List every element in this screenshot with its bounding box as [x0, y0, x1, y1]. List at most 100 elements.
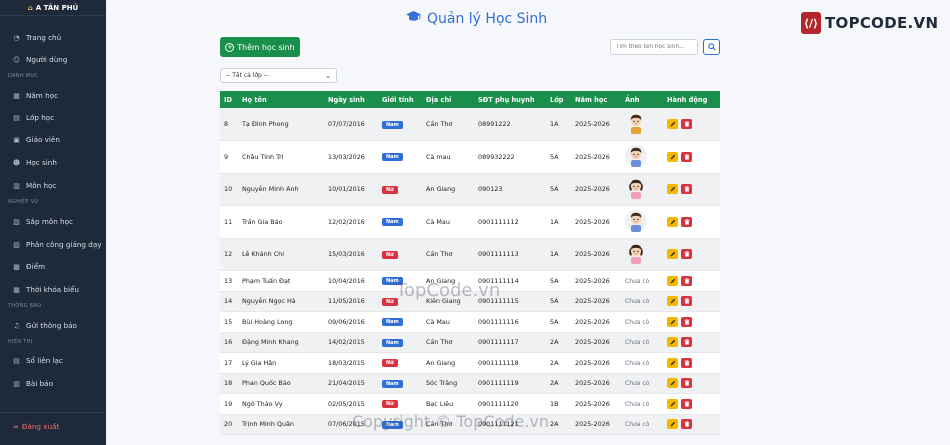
column-header[interactable]: Lớp [546, 91, 571, 108]
add-student-button[interactable]: + Thêm học sinh [220, 37, 300, 57]
sidebar-item-6[interactable]: ▥ Môn học [12, 181, 56, 190]
column-header[interactable]: Ảnh [621, 91, 663, 108]
teacher-icon: ▣ [13, 135, 20, 144]
table-row[interactable]: 17 Lý Gia Hân 18/03/2015 Nữ An Giang 09011111… [220, 352, 720, 374]
sidebar-item-10[interactable]: ▦ Thời khóa biểu [12, 285, 79, 294]
sidebar-item-5[interactable]: ☻ Học sinh [12, 158, 57, 167]
pencil-icon [670, 154, 676, 160]
dob-cell: 07/07/2016 [324, 108, 378, 141]
sidebar-item-7[interactable]: ▧ Sắp môn học [12, 217, 73, 226]
table-row[interactable]: 13 Phạm Tuấn Đạt 10/04/2016 Nam An Giang 0901… [220, 270, 720, 292]
table-row[interactable]: 10 Nguyễn Minh Anh 10/01/2016 Nữ An Giang 090… [220, 173, 720, 206]
actions-cell [663, 414, 720, 435]
sidebar-item-4[interactable]: ▣ Giáo viên [12, 135, 60, 144]
delete-button[interactable] [681, 249, 692, 260]
edit-button[interactable] [667, 378, 678, 389]
sidebar-item-0[interactable]: ◔ Trang chủ [12, 33, 61, 42]
delete-button[interactable] [681, 184, 692, 195]
table-row[interactable]: 20 Trịnh Minh Quân 07/06/2015 Nam Cần Thơ 090… [220, 414, 720, 435]
edit-button[interactable] [667, 184, 678, 195]
column-header[interactable]: ID [220, 91, 238, 108]
table-row[interactable]: 8 Tạ Đình Phong 07/07/2016 Nam Cần Thơ 089912… [220, 108, 720, 141]
table-row[interactable]: 19 Ngô Thảo Vy 02/05/2015 Nữ Bạc Liêu 0901111… [220, 393, 720, 415]
phone-cell: 0901111116 [474, 311, 546, 333]
delete-button[interactable] [681, 275, 692, 286]
edit-button[interactable] [667, 296, 678, 307]
edit-button[interactable] [667, 249, 678, 260]
sidebar-item-2[interactable]: ▦ Năm học [12, 91, 58, 100]
trash-icon [684, 421, 690, 427]
table-row[interactable]: 15 Bùi Hoàng Long 09/06/2016 Nam Cà Mau 09011… [220, 311, 720, 333]
delete-button[interactable] [681, 316, 692, 327]
sidebar-item-13[interactable]: ▥ Bài báo [12, 379, 53, 388]
gender-cell: Nam [378, 140, 422, 174]
student-avatar [625, 144, 647, 171]
column-header[interactable]: Hành động [663, 91, 720, 108]
sidebar-item-11[interactable]: ♫ Gửi thông báo [12, 321, 77, 330]
delete-button[interactable] [681, 296, 692, 307]
dob-cell: 15/03/2016 [324, 238, 378, 271]
year-cell: 2025-2026 [571, 108, 621, 141]
column-header[interactable]: Ngày sinh [324, 91, 378, 108]
year-cell: 2025-2026 [571, 270, 621, 292]
delete-button[interactable] [681, 357, 692, 368]
delete-button[interactable] [681, 216, 692, 227]
year-cell: 2025-2026 [571, 140, 621, 174]
name-cell: Ngô Thảo Vy [238, 393, 324, 415]
gender-cell: Nam [378, 414, 422, 435]
table-row[interactable]: 12 Lê Khánh Chi 15/03/2016 Nữ Cần Thơ 0901111… [220, 238, 720, 271]
class-filter-select[interactable]: -- Tất cả lớp -- ⌄ [220, 68, 337, 83]
photo-cell [621, 140, 663, 174]
table-row[interactable]: 16 Đặng Minh Khang 14/02/2015 Nam Cần Thơ 090… [220, 332, 720, 353]
sidebar-brand[interactable]: ⌂ A TÂN PHÚ [0, 0, 106, 16]
gender-badge: Nam [382, 318, 403, 327]
edit-button[interactable] [667, 119, 678, 129]
gender-cell: Nữ [378, 352, 422, 374]
edit-button[interactable] [667, 151, 678, 162]
table-row[interactable]: 9 Châu Tinh Trì 13/03/2026 Nam Cà mau 0899322… [220, 140, 720, 174]
column-header[interactable]: Địa chỉ [422, 91, 474, 108]
sidebar-item-1[interactable]: ☺ Người dùng [12, 55, 68, 64]
delete-button[interactable] [681, 419, 692, 430]
sidebar-item-8[interactable]: ▨ Phân công giảng dạy [12, 240, 101, 249]
column-header[interactable]: Giới tính [378, 91, 422, 108]
pencil-icon [670, 251, 676, 257]
column-header[interactable]: SĐT phụ huynh [474, 91, 546, 108]
table-row[interactable]: 14 Nguyễn Ngọc Hà 11/05/2016 Nữ Kiên Giang 09… [220, 291, 720, 312]
table-row[interactable]: 11 Trần Gia Bảo 12/02/2016 Nam Cà Mau 0901111… [220, 205, 720, 239]
edit-button[interactable] [667, 316, 678, 327]
logout-button[interactable]: ⇥ Đăng xuất [12, 422, 59, 431]
delete-button[interactable] [681, 378, 692, 389]
phone-cell: 0901111112 [474, 205, 546, 239]
delete-button[interactable] [681, 398, 692, 409]
edit-button[interactable] [667, 337, 678, 348]
table-row[interactable]: 18 Phan Quốc Bảo 21/04/2015 Nam Sóc Trăng 090… [220, 373, 720, 394]
sidebar-item-label: Điểm [26, 262, 45, 271]
delete-button[interactable] [681, 119, 692, 129]
column-header[interactable]: Họ tên [238, 91, 324, 108]
dob-cell: 18/03/2015 [324, 352, 378, 374]
class-cell: 5A [546, 311, 571, 333]
sidebar-item-label: Bài báo [26, 379, 53, 388]
search-button[interactable] [703, 39, 720, 55]
sidebar-item-12[interactable]: ▤ Sổ liên lạc [12, 356, 63, 365]
edit-button[interactable] [667, 398, 678, 409]
sidebar-item-3[interactable]: ▤ Lớp học [12, 113, 54, 122]
edit-button[interactable] [667, 419, 678, 430]
name-cell: Lý Gia Hân [238, 352, 324, 374]
year-cell: 2025-2026 [571, 205, 621, 239]
dob-cell: 10/01/2016 [324, 173, 378, 206]
actions-cell [663, 393, 720, 415]
delete-button[interactable] [681, 337, 692, 348]
edit-button[interactable] [667, 357, 678, 368]
edit-button[interactable] [667, 275, 678, 286]
column-header[interactable]: Năm học [571, 91, 621, 108]
sidebar-item-9[interactable]: ▩ Điểm [12, 262, 45, 271]
delete-button[interactable] [681, 151, 692, 162]
edit-button[interactable] [667, 216, 678, 227]
no-photo-text: Chưa có [625, 400, 650, 408]
student-avatar [625, 114, 647, 138]
photo-cell: Chưa có [621, 414, 663, 435]
search-input[interactable] [610, 39, 698, 55]
actions-cell [663, 140, 720, 174]
